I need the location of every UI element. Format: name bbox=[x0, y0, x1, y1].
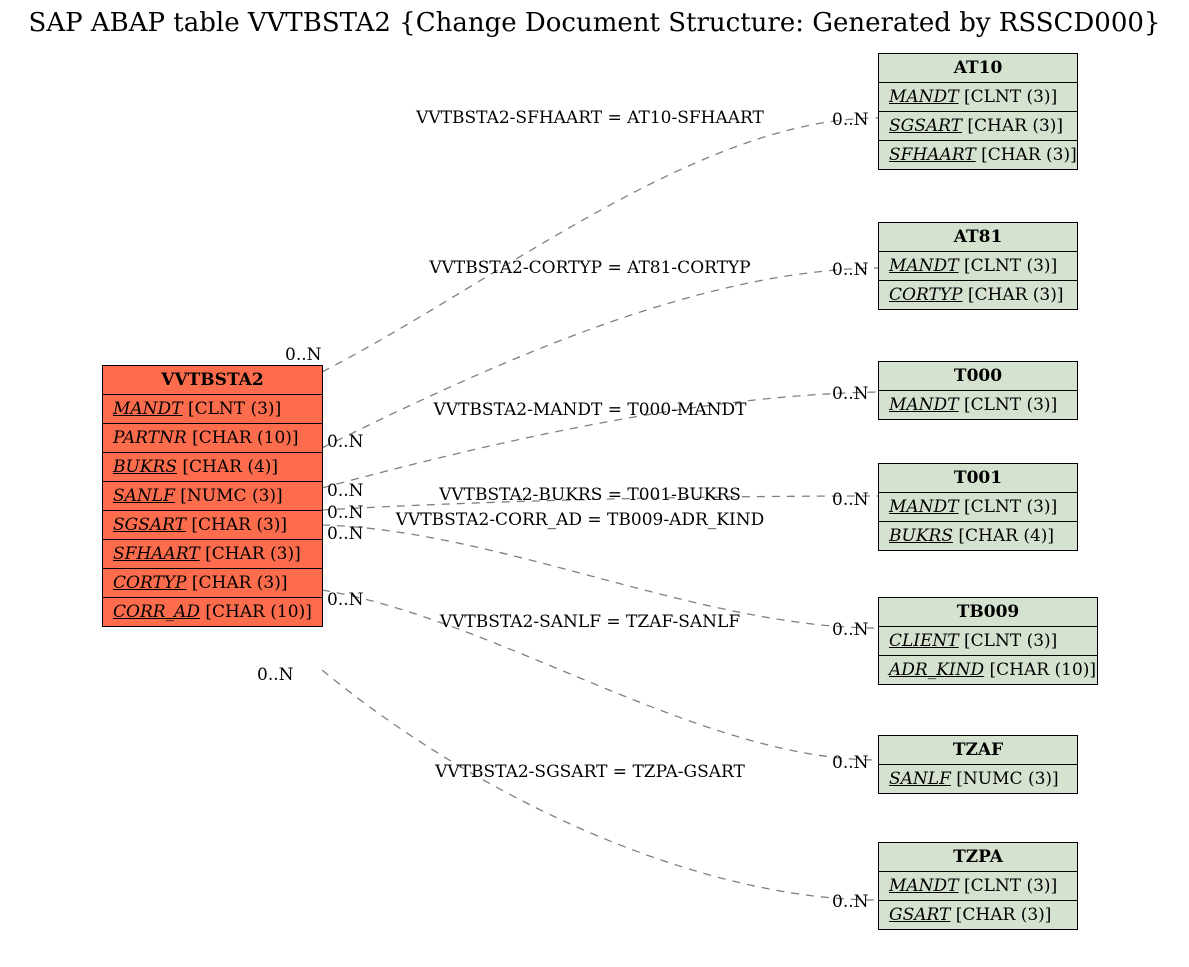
relation-label: VVTBSTA2-SFHAART = AT10-SFHAART bbox=[390, 108, 790, 128]
field-row: CORTYP [CHAR (3)] bbox=[879, 281, 1077, 309]
cardinality-label: 0..N bbox=[832, 110, 869, 130]
cardinality-label: 0..N bbox=[327, 503, 364, 523]
cardinality-label: 0..N bbox=[257, 665, 294, 685]
entity-tb009: TB009 CLIENT [CLNT (3)] ADR_KIND [CHAR (… bbox=[878, 597, 1098, 685]
field-row: SGSART [CHAR (3)] bbox=[879, 112, 1077, 141]
field-row: ADR_KIND [CHAR (10)] bbox=[879, 656, 1097, 684]
relation-label: VVTBSTA2-SGSART = TZPA-GSART bbox=[390, 762, 790, 782]
cardinality-label: 0..N bbox=[832, 384, 869, 404]
field-row: MANDT [CLNT (3)] bbox=[879, 391, 1077, 419]
entity-vvtbsta2: VVTBSTA2 MANDT [CLNT (3)] PARTNR [CHAR (… bbox=[102, 365, 323, 627]
cardinality-label: 0..N bbox=[832, 753, 869, 773]
entity-tzpa: TZPA MANDT [CLNT (3)] GSART [CHAR (3)] bbox=[878, 842, 1078, 930]
field-row: SFHAART [CHAR (3)] bbox=[103, 540, 322, 569]
field-row: MANDT [CLNT (3)] bbox=[879, 493, 1077, 522]
entity-at10: AT10 MANDT [CLNT (3)] SGSART [CHAR (3)] … bbox=[878, 53, 1078, 170]
field-row: CORTYP [CHAR (3)] bbox=[103, 569, 322, 598]
entity-header: TZPA bbox=[879, 843, 1077, 872]
cardinality-label: 0..N bbox=[285, 345, 322, 365]
relation-label: VVTBSTA2-CORR_AD = TB009-ADR_KIND bbox=[360, 510, 800, 530]
field-row: PARTNR [CHAR (10)] bbox=[103, 424, 322, 453]
field-row: MANDT [CLNT (3)] bbox=[879, 83, 1077, 112]
relation-label: VVTBSTA2-CORTYP = AT81-CORTYP bbox=[390, 258, 790, 278]
entity-header: AT10 bbox=[879, 54, 1077, 83]
field-row: SGSART [CHAR (3)] bbox=[103, 511, 322, 540]
field-row: MANDT [CLNT (3)] bbox=[879, 252, 1077, 281]
field-row: CORR_AD [CHAR (10)] bbox=[103, 598, 322, 626]
entity-header: AT81 bbox=[879, 223, 1077, 252]
field-row: CLIENT [CLNT (3)] bbox=[879, 627, 1097, 656]
field-row: BUKRS [CHAR (4)] bbox=[103, 453, 322, 482]
entity-header: T000 bbox=[879, 362, 1077, 391]
field-row: SFHAART [CHAR (3)] bbox=[879, 141, 1077, 169]
relation-label: VVTBSTA2-SANLF = TZAF-SANLF bbox=[390, 612, 790, 632]
entity-t000: T000 MANDT [CLNT (3)] bbox=[878, 361, 1078, 420]
entity-header: TZAF bbox=[879, 736, 1077, 765]
cardinality-label: 0..N bbox=[327, 524, 364, 544]
diagram-title: SAP ABAP table VVTBSTA2 {Change Document… bbox=[0, 8, 1189, 38]
entity-header: T001 bbox=[879, 464, 1077, 493]
cardinality-label: 0..N bbox=[327, 481, 364, 501]
cardinality-label: 0..N bbox=[832, 260, 869, 280]
entity-t001: T001 MANDT [CLNT (3)] BUKRS [CHAR (4)] bbox=[878, 463, 1078, 551]
relation-label: VVTBSTA2-MANDT = T000-MANDT bbox=[390, 400, 790, 420]
relation-label: VVTBSTA2-BUKRS = T001-BUKRS bbox=[390, 485, 790, 505]
field-row: MANDT [CLNT (3)] bbox=[879, 872, 1077, 901]
entity-at81: AT81 MANDT [CLNT (3)] CORTYP [CHAR (3)] bbox=[878, 222, 1078, 310]
field-row: GSART [CHAR (3)] bbox=[879, 901, 1077, 929]
field-row: BUKRS [CHAR (4)] bbox=[879, 522, 1077, 550]
cardinality-label: 0..N bbox=[832, 892, 869, 912]
cardinality-label: 0..N bbox=[832, 490, 869, 510]
entity-header: VVTBSTA2 bbox=[103, 366, 322, 395]
entity-header: TB009 bbox=[879, 598, 1097, 627]
entity-tzaf: TZAF SANLF [NUMC (3)] bbox=[878, 735, 1078, 794]
field-row: MANDT [CLNT (3)] bbox=[103, 395, 322, 424]
cardinality-label: 0..N bbox=[832, 620, 869, 640]
field-row: SANLF [NUMC (3)] bbox=[879, 765, 1077, 793]
cardinality-label: 0..N bbox=[327, 590, 364, 610]
field-row: SANLF [NUMC (3)] bbox=[103, 482, 322, 511]
cardinality-label: 0..N bbox=[327, 432, 364, 452]
